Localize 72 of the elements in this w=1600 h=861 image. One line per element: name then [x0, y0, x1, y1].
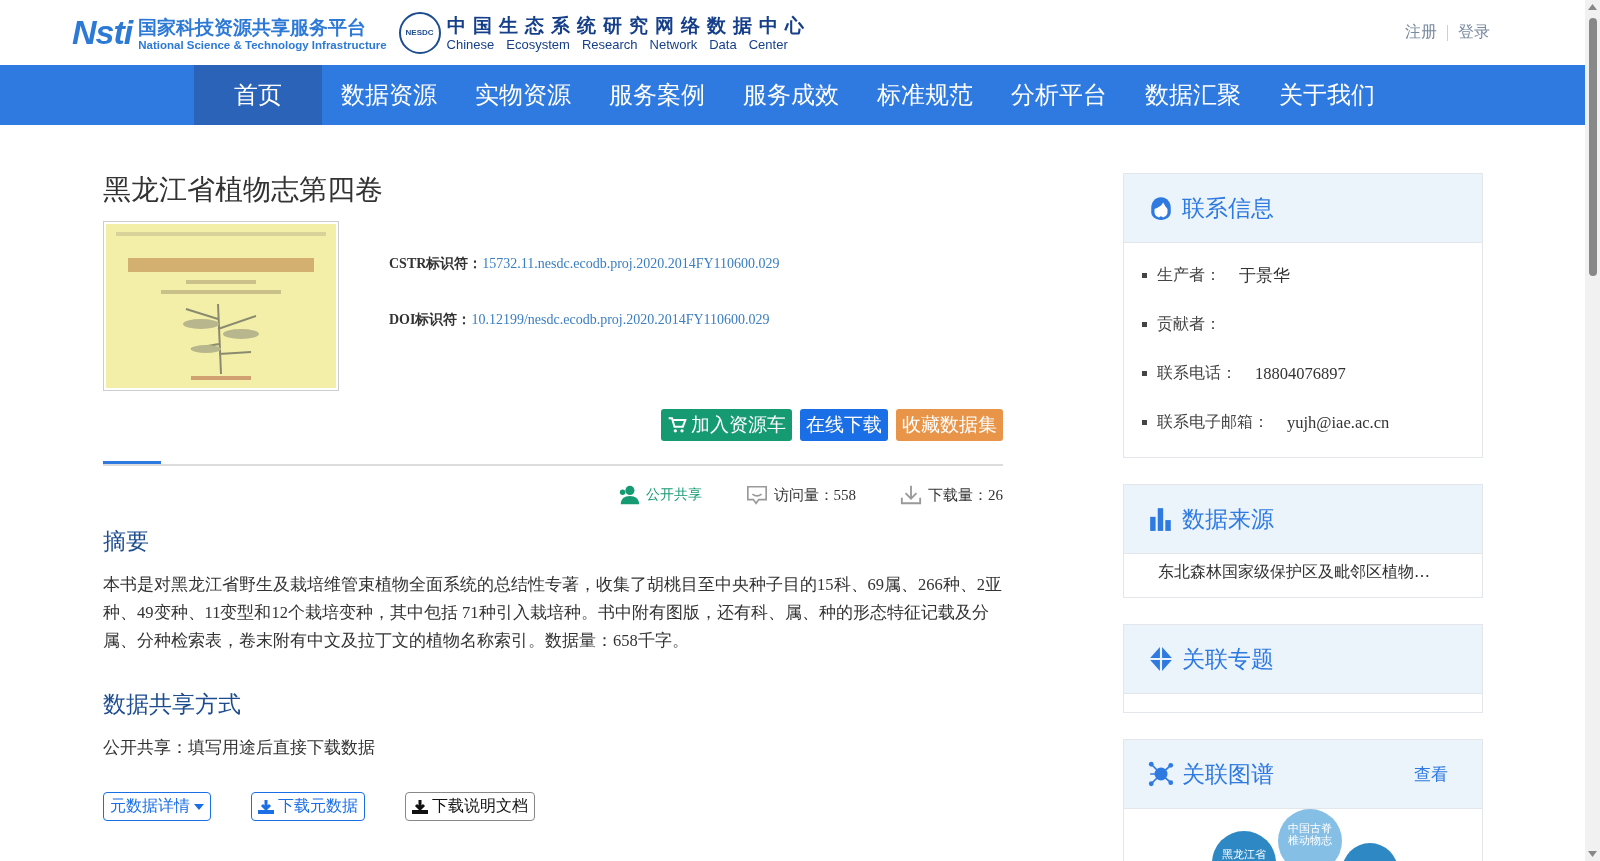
logo-emblem[interactable]: NESDC — [398, 11, 441, 54]
panel-title: 联系信息 — [1182, 193, 1274, 223]
field-label: 联系电话： — [1157, 363, 1237, 384]
action-button[interactable]: 在线下载 — [800, 409, 888, 441]
headset-person-icon — [1148, 195, 1174, 221]
field-value: 18804076897 — [1255, 363, 1346, 384]
download-button[interactable]: 下载说明文档 — [405, 792, 535, 821]
section-text: 公开共享：填写用途后直接下载数据 — [103, 737, 376, 759]
nav-item[interactable]: 服务成效 — [724, 65, 858, 125]
download-icon — [900, 484, 922, 506]
header-link[interactable]: 注册 — [1405, 22, 1437, 43]
center-subtitle-word: Center — [748, 37, 788, 52]
bullet-icon — [1142, 322, 1147, 327]
nav-item[interactable]: 首页 — [194, 65, 322, 125]
download-icon — [258, 799, 274, 814]
center-subtitle-word: Data — [709, 37, 737, 52]
scroll-down-icon[interactable] — [1588, 851, 1597, 857]
center-subtitle-word: Ecosystem — [506, 37, 570, 52]
identifier-label: CSTR标识符： — [389, 256, 483, 271]
logo-mark[interactable]: Nsti — [72, 13, 133, 52]
dataset-title: 黑龙江省植物志第四卷 — [103, 173, 384, 207]
platform-title: 国家科技资源共享服务平台 — [138, 14, 368, 39]
comment-icon — [745, 484, 768, 506]
nav-item[interactable]: 标准规范 — [858, 65, 992, 125]
scroll-up-icon[interactable] — [1588, 4, 1597, 10]
download-button[interactable]: 下载元数据 — [251, 792, 365, 821]
cart-icon — [667, 415, 687, 435]
identifier-link[interactable]: 10.12199/nesdc.ecodb.proj.2020.2014FY110600.029 — [471, 312, 770, 327]
identifier-link[interactable]: 15732.11.nesdc.ecodb.proj.2020.2014FY110600.029 — [482, 256, 780, 271]
bullet-icon — [1142, 420, 1147, 425]
section-text: 本书是对黑龙江省野生及栽培维管束植物全面系统的总结性专著，收集了胡桃目至中央种子目的15科、69属、266种、2亚种、49变种、11变型和12个栽培变种，其中包括 71种引入栽培种。书中附有图版，还有科、属、种的形态特征记载及分属、分种检索表，卷末附有中文及拉丁文的植物名称索引。数据量：658千字。 — [103, 574, 1003, 652]
graph-node[interactable]: 黑龙江省 — [1212, 831, 1276, 861]
nav-item[interactable]: 实物资源 — [456, 65, 590, 125]
field-value: 于景华 — [1239, 264, 1290, 287]
nav-item[interactable]: 关于我们 — [1260, 65, 1394, 125]
nav-item[interactable]: 服务案例 — [590, 65, 724, 125]
triangles-icon — [1148, 646, 1174, 672]
action-button[interactable]: 加入资源车 — [661, 409, 792, 441]
people-icon — [617, 484, 640, 506]
field-label: 贡献者： — [1157, 314, 1221, 335]
center-subtitle-word: Network — [649, 37, 698, 52]
field-label: 联系电子邮箱： — [1157, 412, 1269, 433]
center-subtitle-word: Research — [581, 37, 638, 52]
header-link[interactable]: 登录 — [1458, 22, 1490, 43]
bullet-icon — [1142, 273, 1147, 278]
section-heading: 数据共享方式 — [103, 690, 242, 719]
panel-title: 数据来源 — [1182, 504, 1274, 534]
center-title: 中国生态系统研究网络数据中心 — [446, 13, 811, 37]
identifier-label: DOI标识符： — [389, 312, 472, 327]
download-icon — [412, 799, 428, 814]
panel-title: 关联图谱 — [1182, 759, 1274, 789]
nav-item[interactable]: 数据资源 — [322, 65, 456, 125]
center-subtitle-word: Chinese — [446, 37, 495, 52]
field-label: 生产者： — [1157, 265, 1221, 286]
field-value: yujh@iae.ac.cn — [1287, 412, 1390, 433]
view-link[interactable]: 查看 — [1414, 762, 1448, 786]
dropdown-button[interactable]: 元数据详情 — [103, 792, 211, 821]
bar-chart-icon — [1148, 506, 1174, 532]
source-text: 东北森林国家级保护区及毗邻区植物… — [1157, 561, 1431, 583]
section-heading: 摘要 — [103, 527, 150, 556]
caret-icon — [194, 803, 204, 810]
bullet-icon — [1142, 371, 1147, 376]
stat-count: 下载量：26 — [928, 485, 1003, 505]
panel-title: 关联专题 — [1182, 644, 1274, 674]
platform-subtitle: National Science & Technology Infrastructure — [138, 38, 387, 51]
action-button[interactable]: 收藏数据集 — [896, 409, 1003, 441]
share-status: 公开共享 — [645, 486, 702, 504]
stat-count: 访问量：558 — [773, 485, 856, 505]
scrollbar-thumb[interactable] — [1589, 18, 1597, 276]
network-icon — [1148, 761, 1174, 787]
nav-item[interactable]: 分析平台 — [992, 65, 1126, 125]
nav-item[interactable]: 数据汇聚 — [1126, 65, 1260, 125]
